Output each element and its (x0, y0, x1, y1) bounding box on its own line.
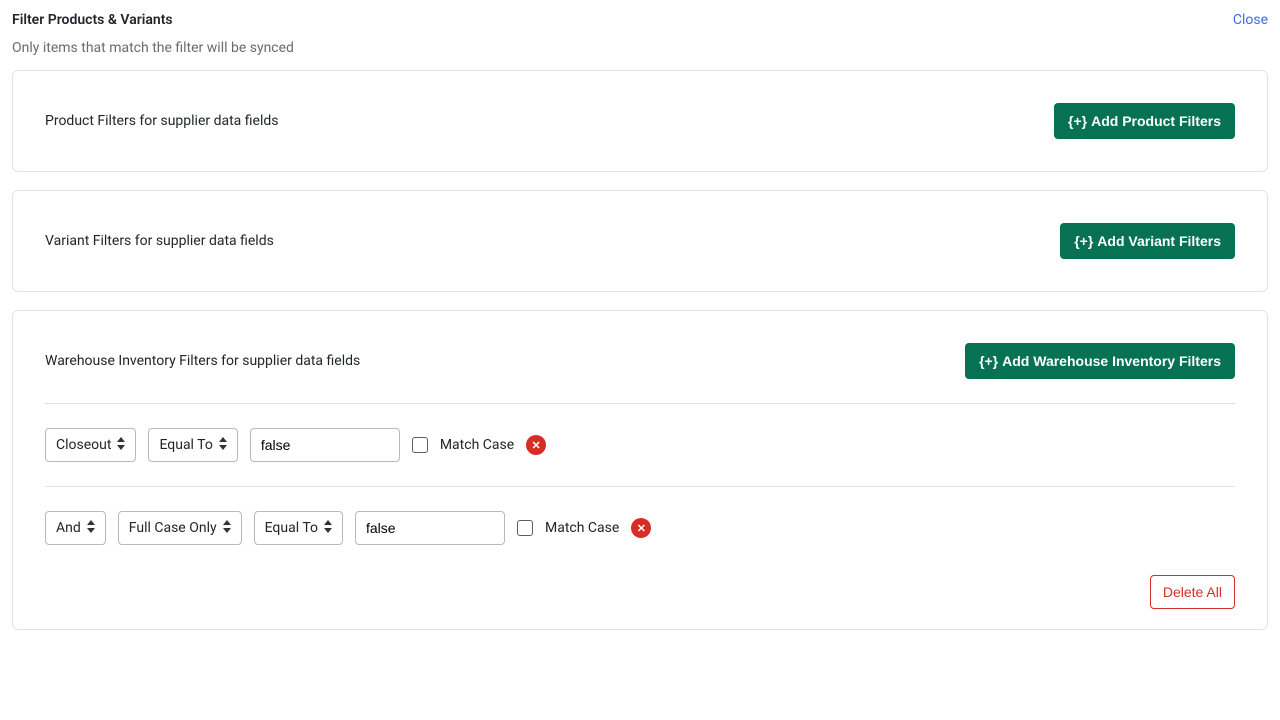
match-case-checkbox[interactable] (517, 520, 533, 536)
product-filters-label: Product Filters for supplier data fields (45, 113, 278, 129)
delete-rule-button[interactable]: ✕ (631, 518, 651, 538)
filter-rule-row: And Full Case Only Equal To Match Case ✕ (45, 499, 1235, 557)
warehouse-filters-label: Warehouse Inventory Filters for supplier… (45, 353, 360, 369)
variant-filters-card: Variant Filters for supplier data fields… (12, 190, 1268, 292)
plus-brace-icon: {+} (1074, 233, 1093, 249)
divider (45, 403, 1235, 404)
close-link[interactable]: Close (1233, 12, 1268, 28)
close-icon: ✕ (637, 522, 646, 535)
field-select-value: Full Case Only (129, 520, 217, 536)
match-case-checkbox[interactable] (412, 437, 428, 453)
warehouse-filters-card: Warehouse Inventory Filters for supplier… (12, 310, 1268, 630)
conjunction-select-value: And (56, 520, 81, 536)
match-case-label: Match Case (545, 520, 619, 536)
variant-filters-label: Variant Filters for supplier data fields (45, 233, 274, 249)
page-title: Filter Products & Variants (12, 12, 173, 28)
add-variant-filters-label: Add Variant Filters (1097, 233, 1221, 249)
add-warehouse-filters-button[interactable]: {+} Add Warehouse Inventory Filters (965, 343, 1235, 379)
match-case-label: Match Case (440, 437, 514, 453)
filter-rule-row: Closeout Equal To Match Case ✕ (45, 416, 1235, 474)
conjunction-select[interactable]: And (45, 511, 106, 545)
field-select-value: Closeout (56, 437, 111, 453)
add-product-filters-button[interactable]: {+} Add Product Filters (1054, 103, 1235, 139)
operator-select-value: Equal To (265, 520, 318, 536)
plus-brace-icon: {+} (1068, 113, 1087, 129)
operator-select[interactable]: Equal To (254, 511, 343, 545)
close-icon: ✕ (532, 439, 541, 452)
field-select[interactable]: Full Case Only (118, 511, 242, 545)
operator-select-value: Equal To (159, 437, 212, 453)
field-select[interactable]: Closeout (45, 428, 136, 462)
divider (45, 486, 1235, 487)
product-filters-card: Product Filters for supplier data fields… (12, 70, 1268, 172)
add-product-filters-label: Add Product Filters (1091, 113, 1221, 129)
add-warehouse-filters-label: Add Warehouse Inventory Filters (1002, 353, 1221, 369)
operator-select[interactable]: Equal To (148, 428, 237, 462)
plus-brace-icon: {+} (979, 353, 998, 369)
value-input[interactable] (250, 428, 400, 462)
page-subtitle: Only items that match the filter will be… (12, 40, 1268, 56)
delete-all-button[interactable]: Delete All (1150, 575, 1235, 609)
delete-rule-button[interactable]: ✕ (526, 435, 546, 455)
value-input[interactable] (355, 511, 505, 545)
add-variant-filters-button[interactable]: {+} Add Variant Filters (1060, 223, 1235, 259)
